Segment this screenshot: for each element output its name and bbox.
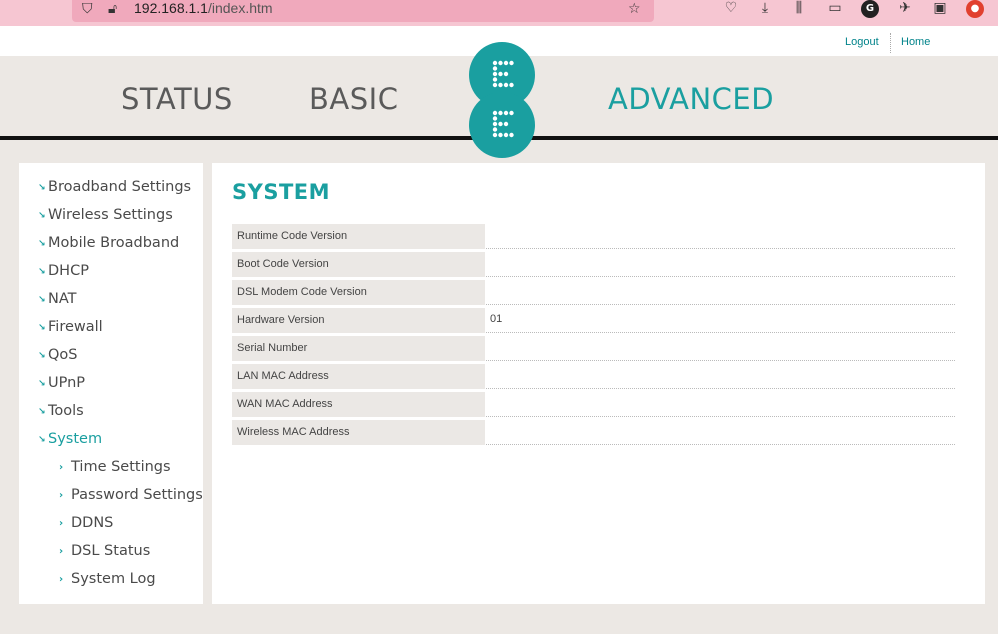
table-row: LAN MAC Address bbox=[232, 364, 955, 392]
download-icon[interactable]: ⤓ bbox=[756, 0, 774, 18]
logo-disc-bottom bbox=[469, 92, 535, 158]
url-path: /index.htm bbox=[207, 0, 273, 16]
extension-g-icon[interactable]: G bbox=[861, 0, 879, 18]
sidebar-subitem-label: DDNS bbox=[71, 515, 114, 531]
browser-toolbar: ⛉ 🔓︎ 192.168.1.1/index.htm ☆ ♡ ⤓ ⫼ ▭ G ✈… bbox=[0, 0, 998, 26]
table-row: Runtime Code Version bbox=[232, 224, 955, 252]
sidebar-item-label: UPnP bbox=[48, 375, 86, 391]
row-value bbox=[486, 392, 955, 417]
row-label: WAN MAC Address bbox=[232, 392, 485, 417]
sidebar-item-label: QoS bbox=[48, 347, 78, 363]
chevron-right-icon: › bbox=[59, 574, 64, 585]
row-value: 01 bbox=[486, 308, 955, 333]
library-icon[interactable]: ⫼ bbox=[790, 0, 808, 18]
chevron-right-icon: › bbox=[59, 518, 64, 529]
url-host: 192.168.1.1 bbox=[134, 0, 208, 16]
row-label: Serial Number bbox=[232, 336, 485, 361]
arrow-icon: ↘ bbox=[38, 323, 46, 333]
sidebar-item-label: NAT bbox=[48, 291, 77, 307]
table-row: Serial Number bbox=[232, 336, 955, 364]
sidebar-item-label: Firewall bbox=[48, 319, 103, 335]
row-value bbox=[486, 224, 955, 249]
sidebar-subitem-label: System Log bbox=[71, 571, 156, 587]
pocket-icon[interactable]: ♡ bbox=[722, 0, 740, 18]
row-value bbox=[486, 252, 955, 277]
sidebar-subitem-system-log[interactable]: › System Log bbox=[59, 571, 156, 587]
sidebar-item-firewall[interactable]: ↘ Firewall bbox=[38, 319, 103, 335]
sidebar-item-label: System bbox=[48, 431, 103, 447]
arrow-icon: ↘ bbox=[38, 407, 46, 417]
sidebar-item-tools[interactable]: ↘ Tools bbox=[38, 403, 84, 419]
row-label: Boot Code Version bbox=[232, 252, 485, 277]
nav-basic[interactable]: BASIC bbox=[309, 82, 398, 116]
sidebar-item-qos[interactable]: ↘ QoS bbox=[38, 347, 78, 363]
sidebar-item-system[interactable]: ↘ System bbox=[38, 431, 102, 447]
arrow-icon: ↘ bbox=[38, 239, 46, 249]
sidebar-subitem-ddns[interactable]: › DDNS bbox=[59, 515, 113, 531]
row-value bbox=[486, 280, 955, 305]
table-row: Wireless MAC Address bbox=[232, 420, 955, 448]
row-value bbox=[486, 364, 955, 389]
nav-status[interactable]: STATUS bbox=[121, 82, 233, 116]
row-label: Hardware Version bbox=[232, 308, 485, 333]
ee-logo[interactable] bbox=[469, 42, 535, 158]
sidebar-subitem-time-settings[interactable]: › Time Settings bbox=[59, 459, 171, 475]
link-divider bbox=[890, 33, 891, 53]
table-row: DSL Modem Code Version bbox=[232, 280, 955, 308]
sidebar-subitem-password-settings[interactable]: › Password Settings bbox=[59, 487, 203, 503]
sidebar-item-label: Tools bbox=[48, 403, 84, 419]
arrow-icon: ↘ bbox=[38, 435, 46, 445]
arrow-icon: ↘ bbox=[38, 183, 46, 193]
sidebar-item-nat[interactable]: ↘ NAT bbox=[38, 291, 77, 307]
chevron-right-icon: › bbox=[59, 462, 64, 473]
arrow-icon: ↘ bbox=[38, 351, 46, 361]
row-label: Runtime Code Version bbox=[232, 224, 485, 249]
row-label: Wireless MAC Address bbox=[232, 420, 485, 445]
row-value bbox=[486, 336, 955, 361]
sidebar-item-dhcp[interactable]: ↘ DHCP bbox=[38, 263, 89, 279]
table-row: Boot Code Version bbox=[232, 252, 955, 280]
sidebar-item-label: DHCP bbox=[48, 263, 89, 279]
sidebar-item-mobile-broadband[interactable]: ↘ Mobile Broadband bbox=[38, 235, 179, 251]
row-label: DSL Modem Code Version bbox=[232, 280, 485, 305]
chevron-right-icon: › bbox=[59, 490, 64, 501]
shield-icon[interactable]: ⛉ bbox=[82, 0, 93, 18]
extension-bird-icon[interactable]: ✈ bbox=[896, 0, 914, 18]
home-link[interactable]: Home bbox=[901, 36, 930, 48]
table-row: WAN MAC Address bbox=[232, 392, 955, 420]
sidebar-item-broadband-settings[interactable]: ↘ Broadband Settings bbox=[38, 179, 191, 195]
sidebar-item-wireless-settings[interactable]: ↘ Wireless Settings bbox=[38, 207, 173, 223]
sidebar-item-label: Broadband Settings bbox=[48, 179, 192, 195]
chevron-right-icon: › bbox=[59, 546, 64, 557]
page-title: SYSTEM bbox=[232, 180, 331, 204]
url-text[interactable]: 192.168.1.1/index.htm bbox=[134, 0, 273, 17]
sidebar-subitem-label: DSL Status bbox=[71, 543, 151, 559]
bookmark-star-icon[interactable]: ☆ bbox=[628, 0, 641, 18]
sidebar-subitem-dsl-status[interactable]: › DSL Status bbox=[59, 543, 150, 559]
arrow-icon: ↘ bbox=[38, 267, 46, 277]
row-value bbox=[486, 420, 955, 445]
logout-link[interactable]: Logout bbox=[845, 36, 879, 48]
system-info-table: Runtime Code Version Boot Code Version D… bbox=[232, 224, 955, 448]
sidebar-item-upnp[interactable]: ↘ UPnP bbox=[38, 375, 85, 391]
table-row: Hardware Version 01 bbox=[232, 308, 955, 336]
logo-letter-e-bottom bbox=[492, 110, 514, 138]
sidebar-item-label: Wireless Settings bbox=[48, 207, 173, 223]
arrow-icon: ↘ bbox=[38, 211, 46, 221]
sidebar: ↘ Broadband Settings ↘ Wireless Settings ↘… bbox=[19, 163, 203, 604]
extension-screen-icon[interactable]: ▣ bbox=[931, 0, 949, 18]
arrow-icon: ↘ bbox=[38, 379, 46, 389]
nav-advanced[interactable]: ADVANCED bbox=[608, 82, 774, 116]
arrow-icon: ↘ bbox=[38, 295, 46, 305]
row-label: LAN MAC Address bbox=[232, 364, 485, 389]
extension-red-icon[interactable]: ● bbox=[966, 0, 984, 18]
sidebar-icon[interactable]: ▭ bbox=[826, 0, 844, 18]
sidebar-subitem-label: Time Settings bbox=[71, 459, 171, 475]
sidebar-subitem-label: Password Settings bbox=[71, 487, 203, 503]
content-panel: SYSTEM Runtime Code Version Boot Code Ve… bbox=[212, 163, 985, 604]
lock-warning-icon[interactable]: 🔓︎ bbox=[108, 0, 117, 18]
sidebar-item-label: Mobile Broadband bbox=[48, 235, 180, 251]
